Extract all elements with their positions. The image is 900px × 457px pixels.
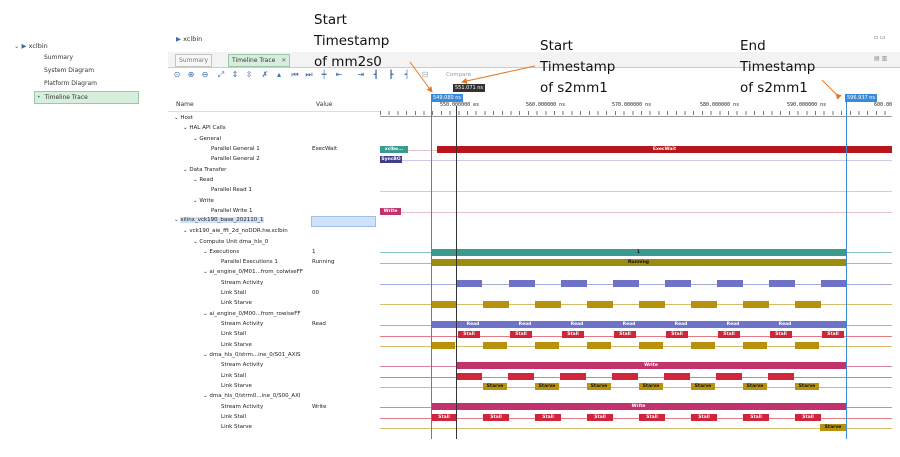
arrow-start-mm2s0 (409, 61, 433, 93)
arrow-start-s2mm1 (461, 65, 536, 84)
arrow-end-s2mm1 (821, 79, 842, 100)
annotation-arrows (409, 61, 842, 100)
